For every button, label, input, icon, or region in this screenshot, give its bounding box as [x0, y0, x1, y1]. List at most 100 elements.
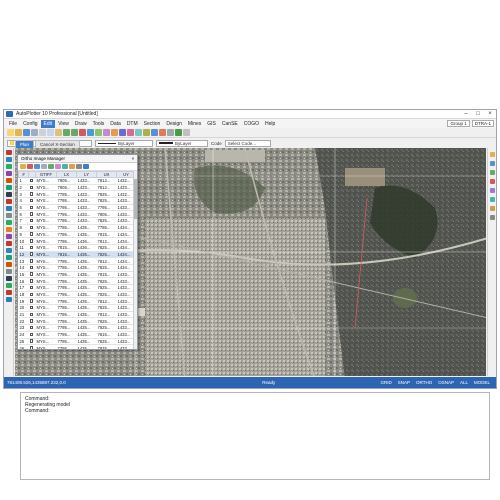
checkbox-icon[interactable]	[29, 319, 33, 323]
code-select[interactable]: Select Code...	[224, 139, 271, 147]
row-visible-checkbox[interactable]	[28, 297, 36, 306]
row-visible-checkbox[interactable]	[28, 277, 36, 285]
show-all-icon[interactable]	[48, 164, 54, 169]
zoom-out-icon[interactable]	[489, 179, 495, 184]
checkbox-icon[interactable]	[29, 339, 33, 343]
menu-draw[interactable]: Draw	[72, 120, 90, 128]
menu-config[interactable]: Config	[20, 120, 40, 128]
row-visible-checkbox[interactable]	[28, 190, 36, 199]
menu-view[interactable]: View	[55, 120, 72, 128]
pan-realtime-icon[interactable]	[489, 197, 495, 202]
table-row[interactable]: 17 MYS... 7795... 1435... 7825... 1433...	[18, 284, 136, 292]
checkbox-icon[interactable]	[29, 225, 33, 230]
menu-dtm[interactable]: DTM	[124, 120, 141, 128]
offset-tool-icon[interactable]	[5, 255, 12, 260]
section-icon[interactable]	[151, 129, 158, 136]
menu-gis[interactable]: GIS	[204, 120, 219, 128]
table-row[interactable]: 14 MYS... 7795... 1435... 7825... 1434...	[18, 264, 136, 272]
zoom-to-image-icon[interactable]	[62, 164, 68, 169]
fillet-tool-icon[interactable]	[5, 276, 12, 281]
checkbox-icon[interactable]	[29, 252, 33, 256]
row-visible-checkbox[interactable]	[28, 231, 36, 239]
row-visible-checkbox[interactable]	[28, 331, 36, 339]
pan-icon[interactable]	[87, 129, 94, 136]
checkbox-icon[interactable]	[29, 212, 33, 216]
checkbox-icon[interactable]	[29, 185, 33, 190]
row-visible-checkbox[interactable]	[28, 197, 36, 205]
table-row[interactable]: 3 MYS... 7795... 1433... 7825... 1432...	[18, 190, 136, 199]
checkbox-icon[interactable]	[29, 218, 33, 223]
tab-cancel-x-section[interactable]: Cancel X-Section	[35, 140, 80, 148]
checkbox-icon[interactable]	[29, 259, 33, 263]
table-row[interactable]: 15 MYS... 7795... 1435... 7815... 1433...	[18, 271, 136, 279]
toggle-all[interactable]: ALL	[460, 380, 468, 385]
paste-icon[interactable]	[55, 129, 62, 136]
open-folder-icon[interactable]	[15, 129, 22, 136]
print-icon[interactable]	[31, 129, 38, 136]
close-icon[interactable]: ×	[484, 110, 496, 118]
row-visible-checkbox[interactable]	[28, 264, 36, 272]
checkbox-icon[interactable]	[29, 325, 33, 330]
zoom-icon[interactable]	[79, 129, 86, 136]
table-row[interactable]: 5 MYS... 7795... 1433... 7795... 1433...	[18, 204, 136, 212]
panel-close-icon[interactable]: ×	[129, 155, 137, 162]
table-row[interactable]: 4 MYS... 7795... 1433... 7825... 1433...	[18, 197, 136, 205]
checkbox-icon[interactable]	[29, 299, 33, 303]
lineweight-select[interactable]: ByLayer	[156, 139, 208, 147]
row-visible-checkbox[interactable]	[28, 251, 36, 259]
table-row[interactable]: 6 MYS... 7795... 1433... 7805... 1433...	[18, 210, 136, 219]
checkbox-icon[interactable]	[29, 265, 33, 270]
scale-tool-icon[interactable]	[5, 234, 12, 239]
erase-tool-icon[interactable]	[5, 290, 12, 295]
table-row[interactable]: 9 MYS... 7795... 1435... 7815... 1434...	[18, 231, 136, 239]
row-visible-checkbox[interactable]	[28, 344, 36, 349]
checkbox-icon[interactable]	[29, 232, 33, 236]
checkbox-icon[interactable]	[29, 332, 33, 337]
menu-design[interactable]: Design	[163, 120, 185, 128]
undo-icon[interactable]	[63, 129, 70, 136]
table-row[interactable]: 20 MYS... 7795... 1435... 7825... 1433...	[18, 304, 136, 312]
table-row[interactable]: 7 MYS... 7795... 1433... 7825... 1433...	[18, 217, 136, 225]
table-row[interactable]: 21 MYS... 7795... 1435... 7812... 1433...	[18, 311, 136, 319]
table-row[interactable]: 23 MYS... 7795... 1435... 7825... 1433...	[18, 324, 136, 332]
table-row[interactable]: 1 MYS... 7805... 1433... 7812... 1432...	[18, 177, 136, 185]
row-visible-checkbox[interactable]	[28, 210, 36, 219]
row-visible-checkbox[interactable]	[28, 304, 36, 312]
snap-icon[interactable]	[127, 129, 134, 136]
table-row[interactable]: 19 MYS... 7795... 1435... 7812... 1433...	[18, 297, 136, 306]
trim-tool-icon[interactable]	[5, 241, 12, 246]
group-select[interactable]: Group 1	[447, 120, 470, 127]
grid-icon[interactable]	[119, 129, 126, 136]
zoom-extents-icon[interactable]	[489, 152, 495, 157]
table-row[interactable]: 8 MYS... 7795... 1435... 7795... 1434...	[18, 224, 136, 232]
chamfer-tool-icon[interactable]	[5, 283, 12, 288]
checkbox-icon[interactable]	[29, 192, 33, 196]
new-file-icon[interactable]	[7, 129, 14, 136]
menu-mines[interactable]: Mines	[185, 120, 204, 128]
table-row[interactable]: 10 MYS... 7795... 1436... 7812... 1434...	[18, 237, 136, 245]
row-visible-checkbox[interactable]	[28, 338, 36, 346]
row-visible-checkbox[interactable]	[28, 317, 36, 326]
copy-tool-icon[interactable]	[5, 220, 12, 225]
table-row[interactable]: 16 MYS... 7795... 1435... 7825... 1433...	[18, 277, 136, 285]
rotate-tool-icon[interactable]	[5, 227, 12, 232]
scrollbar-thumb[interactable]	[134, 179, 137, 219]
row-visible-checkbox[interactable]	[28, 224, 36, 232]
zoom-in-icon[interactable]	[489, 170, 495, 175]
menu-edit[interactable]: Edit	[40, 119, 56, 128]
save-icon[interactable]	[23, 129, 30, 136]
surface-icon[interactable]	[135, 129, 142, 136]
remove-image-icon[interactable]	[27, 164, 33, 169]
point-tool-icon[interactable]	[5, 185, 12, 190]
checkbox-icon[interactable]	[29, 245, 33, 250]
row-visible-checkbox[interactable]	[28, 257, 36, 265]
table-row[interactable]: 18 MYS... 7795... 1435... 7825... 1433...	[18, 291, 136, 299]
arc-tool-icon[interactable]	[5, 171, 12, 176]
add-image-icon[interactable]	[20, 164, 26, 169]
checkbox-icon[interactable]	[29, 346, 33, 349]
menu-tools[interactable]: Tools	[90, 120, 108, 128]
image-properties-icon[interactable]	[69, 164, 75, 169]
measure-icon[interactable]	[111, 129, 118, 136]
checkbox-icon[interactable]	[29, 198, 33, 203]
minimize-icon[interactable]: –	[460, 110, 472, 118]
